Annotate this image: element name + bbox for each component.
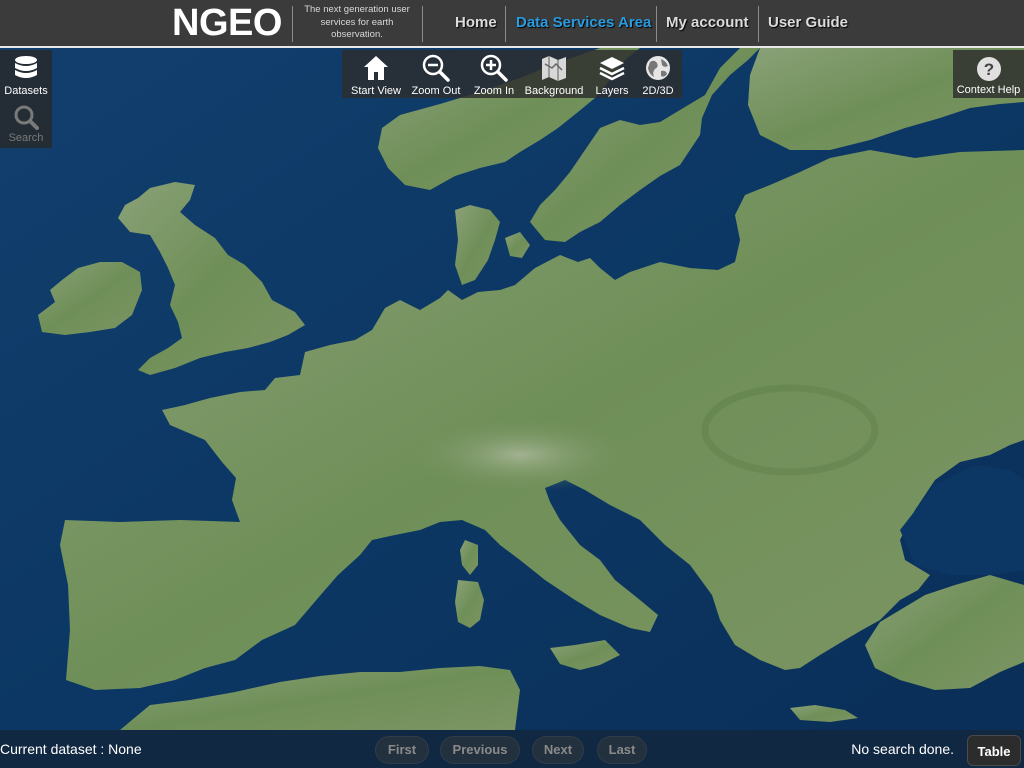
previous-page-button[interactable]: Previous [440, 736, 520, 764]
database-icon [15, 56, 37, 78]
search-button[interactable]: Search [0, 104, 52, 144]
context-help-label: Context Help [956, 84, 1021, 96]
background-button[interactable]: Background [524, 54, 584, 97]
svg-text:?: ? [983, 60, 993, 79]
nav-divider [505, 6, 506, 42]
map-icon [542, 56, 566, 81]
map-view[interactable] [0, 48, 1024, 730]
nav-divider [656, 6, 657, 42]
nav-user-guide[interactable]: User Guide [768, 14, 848, 31]
view-mode-label: 2D/3D [642, 85, 674, 97]
satellite-map-europe [0, 48, 1024, 730]
view-mode-button[interactable]: 2D/3D [638, 54, 678, 97]
home-icon [364, 56, 388, 80]
background-label: Background [524, 85, 584, 97]
bottom-status-bar: Current dataset : None First Previous Ne… [0, 730, 1024, 768]
table-toggle-button[interactable]: Table [967, 735, 1021, 766]
start-view-label: Start View [351, 85, 401, 97]
current-dataset-text: Current dataset : None [0, 741, 142, 757]
start-view-button[interactable]: Start View [350, 54, 402, 97]
zoom-in-icon [480, 54, 508, 82]
header-divider [422, 6, 423, 42]
search-label: Search [8, 132, 44, 144]
globe-icon [646, 56, 670, 80]
datasets-label: Datasets [4, 85, 48, 97]
zoom-out-icon [422, 54, 450, 82]
ngeo-logo[interactable]: NGEO [172, 2, 282, 44]
datasets-button[interactable]: Datasets [0, 55, 52, 97]
zoom-in-label: Zoom In [473, 85, 515, 97]
zoom-out-label: Zoom Out [411, 85, 461, 97]
top-header: NGEO The next generation user services f… [0, 0, 1024, 48]
nav-data-services-area[interactable]: Data Services Area [516, 14, 651, 31]
search-status-text: No search done. [851, 741, 954, 757]
nav-divider [758, 6, 759, 42]
nav-home[interactable]: Home [455, 14, 497, 31]
zoom-in-button[interactable]: Zoom In [470, 54, 518, 97]
layers-icon [599, 57, 625, 81]
first-page-button[interactable]: First [375, 736, 429, 764]
nav-my-account[interactable]: My account [666, 14, 749, 31]
left-panel: Datasets Search [0, 50, 52, 148]
last-page-button[interactable]: Last [597, 736, 647, 764]
map-toolbar: Start View Zoom Out Zoom In Background L… [342, 50, 682, 98]
layers-button[interactable]: Layers [592, 54, 632, 97]
magnifier-icon [14, 105, 39, 130]
header-tagline: The next generation user services for ea… [304, 4, 410, 40]
question-icon: ? [976, 57, 1001, 81]
layers-label: Layers [595, 85, 629, 97]
zoom-out-button[interactable]: Zoom Out [410, 54, 462, 97]
next-page-button[interactable]: Next [532, 736, 584, 764]
header-divider [292, 6, 293, 42]
context-help-button[interactable]: ? Context Help [953, 50, 1024, 98]
